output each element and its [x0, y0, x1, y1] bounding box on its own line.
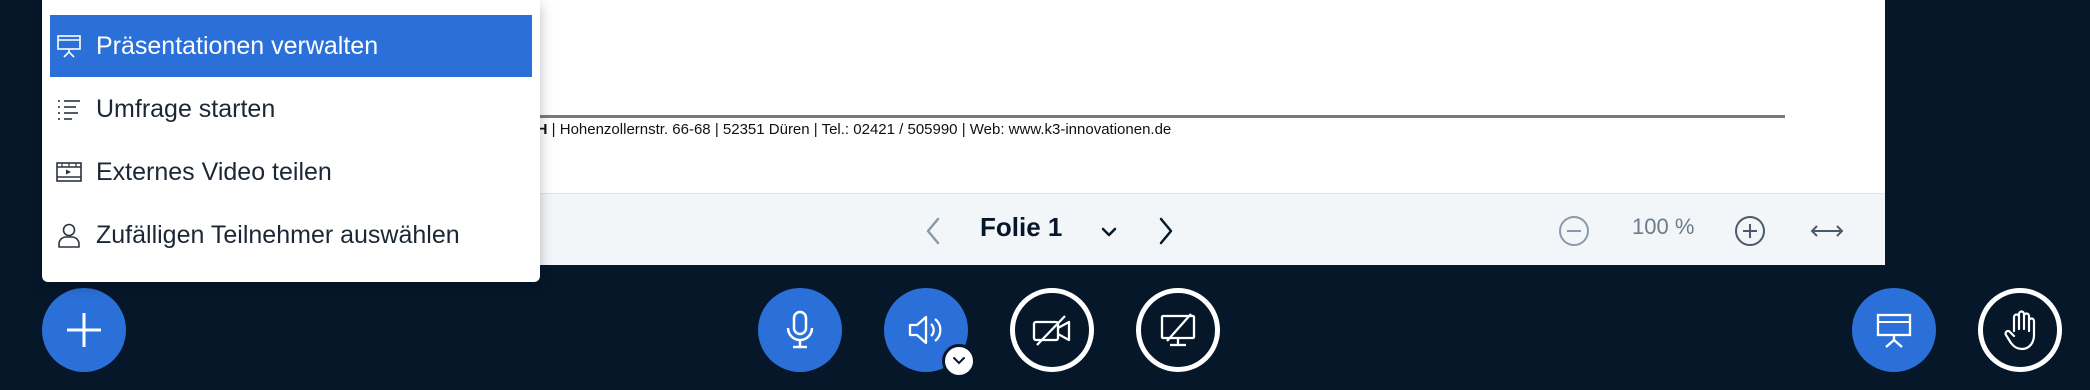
- presentation-slide: OH | Hohenzollernstr. 66-68 | 52351 Düre…: [525, 0, 1885, 193]
- menu-item-start-poll[interactable]: Umfrage starten: [50, 78, 532, 140]
- poll-list-icon: [56, 97, 96, 121]
- menu-item-label: Präsentationen verwalten: [96, 31, 379, 60]
- chevron-left-icon: [926, 217, 940, 245]
- chevron-right-icon: [1159, 217, 1173, 245]
- screenshare-button[interactable]: [1136, 288, 1220, 372]
- slide-footer-address: | Hohenzollernstr. 66-68 | 52351 Düren |…: [547, 121, 1172, 138]
- user-icon: [56, 222, 96, 248]
- camera-button[interactable]: [1010, 288, 1094, 372]
- hand-icon: [2004, 310, 2036, 351]
- actions-menu: Präsentationen verwalten Umfrage starten…: [42, 0, 540, 282]
- fit-width-icon: [1810, 225, 1844, 237]
- menu-item-select-random-user[interactable]: Zufälligen Teilnehmer auswählen: [50, 204, 532, 266]
- microphone-icon: [786, 310, 814, 349]
- actions-plus-button[interactable]: [42, 288, 126, 372]
- menu-item-share-external-video[interactable]: Externes Video teilen: [50, 141, 532, 203]
- plus-icon: [67, 313, 101, 347]
- menu-item-label: Externes Video teilen: [96, 157, 332, 186]
- video-film-icon: [56, 161, 96, 183]
- slide-label: Folie 1: [980, 212, 1063, 242]
- zoom-out-icon: [1559, 216, 1589, 246]
- menu-item-label: Zufälligen Teilnehmer auswählen: [96, 220, 460, 249]
- speaker-icon: [908, 315, 942, 345]
- raise-hand-button[interactable]: [1978, 288, 2062, 372]
- zoom-in-icon: [1735, 216, 1765, 246]
- slide-divider-line: [525, 115, 1785, 118]
- slide-toolbar: Folie 1 100 %: [525, 193, 1885, 265]
- previous-slide-button[interactable]: [918, 216, 948, 246]
- zoom-out-button[interactable]: [1557, 214, 1591, 248]
- zoom-level: 100 %: [1632, 214, 1695, 239]
- slide-select-dropdown[interactable]: [1097, 220, 1121, 244]
- presentation-toggle-button[interactable]: [1852, 288, 1936, 372]
- menu-item-manage-presentations[interactable]: Präsentationen verwalten: [50, 15, 532, 77]
- screenshare-off-icon: [1160, 313, 1196, 347]
- menu-item-label: Umfrage starten: [96, 94, 276, 123]
- fit-width-button[interactable]: [1807, 216, 1847, 246]
- chevron-down-icon: [1101, 227, 1117, 237]
- microphone-button[interactable]: [758, 288, 842, 372]
- slide-footer-text: OH | Hohenzollernstr. 66-68 | 52351 Düre…: [525, 121, 1171, 138]
- presentation-icon: [56, 33, 96, 59]
- camera-off-icon: [1032, 315, 1071, 346]
- meeting-app: OH | Hohenzollernstr. 66-68 | 52351 Düre…: [0, 0, 2090, 390]
- chevron-down-icon: [953, 357, 965, 365]
- next-slide-button[interactable]: [1151, 216, 1181, 246]
- zoom-in-button[interactable]: [1733, 214, 1767, 248]
- audio-settings-dropdown[interactable]: [942, 344, 976, 378]
- presentation-icon: [1876, 313, 1912, 348]
